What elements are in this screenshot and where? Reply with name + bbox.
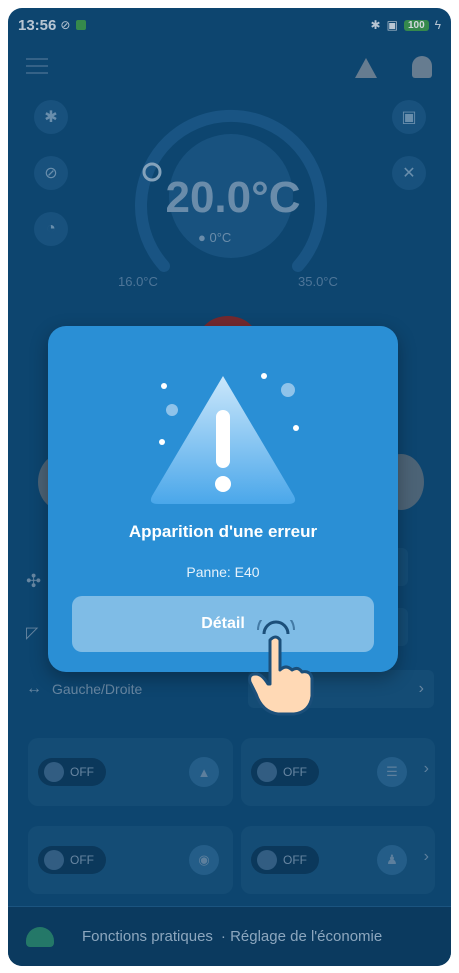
error-illustration	[150, 373, 299, 504]
error-dialog: Apparition d'une erreur Panne: E40 Détai…	[48, 326, 398, 672]
detail-button[interactable]: Détail	[72, 596, 374, 652]
dialog-error-code: Panne: E40	[186, 564, 260, 580]
tap-hand-icon	[248, 620, 314, 716]
warning-triangle-icon	[150, 376, 296, 504]
dialog-title: Apparition d'une erreur	[128, 522, 318, 541]
